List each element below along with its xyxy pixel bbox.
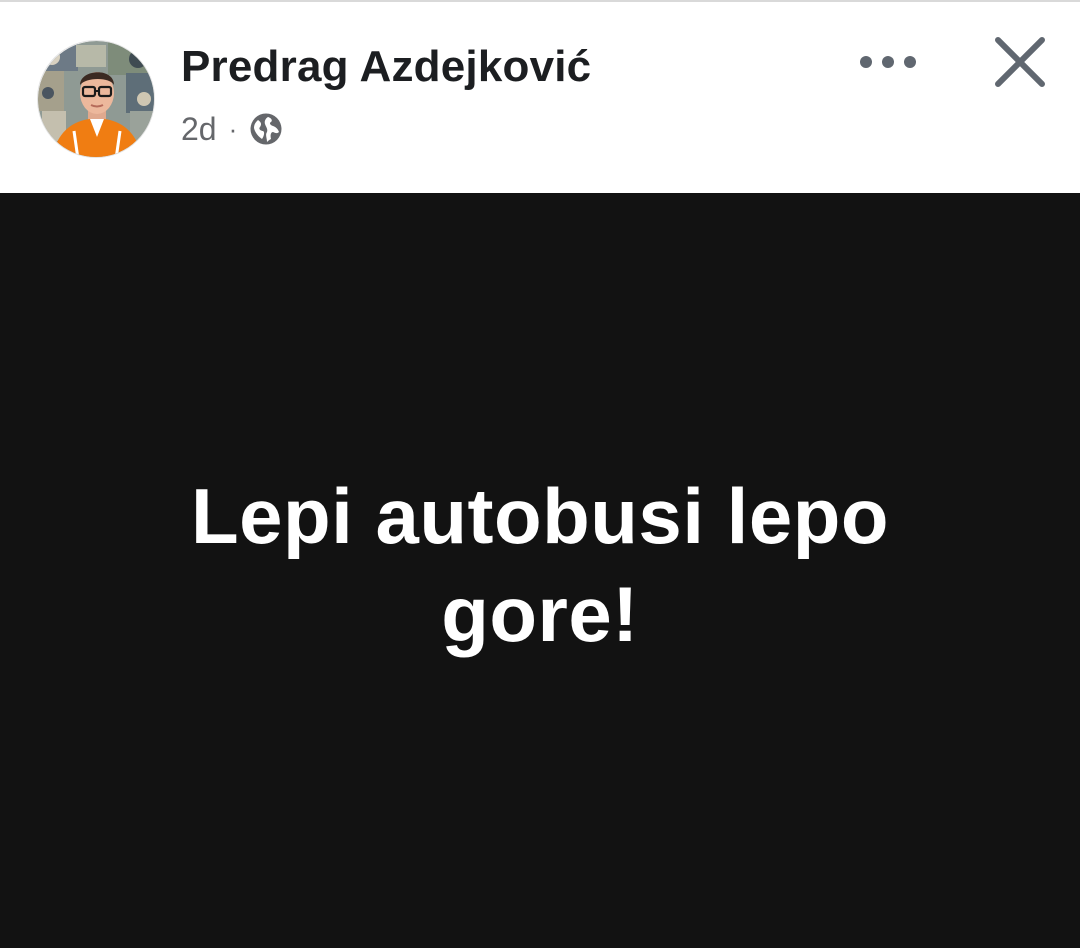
- post-header: Predrag Azdejković 2d ·: [0, 0, 1080, 193]
- post-time[interactable]: 2d: [181, 111, 217, 148]
- close-icon: [993, 35, 1047, 94]
- close-button[interactable]: [986, 30, 1054, 98]
- meta-separator: ·: [228, 113, 238, 144]
- globe-icon: [249, 112, 283, 146]
- post-text: Lepi autobusi lepo gore!: [190, 471, 889, 658]
- post-content: Lepi autobusi lepo gore!: [0, 193, 1080, 948]
- post-meta: 2d ·: [181, 108, 283, 150]
- author-name[interactable]: Predrag Azdejković: [181, 42, 591, 92]
- more-options-button[interactable]: [852, 42, 924, 86]
- author-avatar[interactable]: [37, 40, 155, 158]
- more-options-icon: [859, 55, 917, 74]
- post-viewer: Predrag Azdejković 2d · Lepi autobusi le…: [0, 0, 1080, 948]
